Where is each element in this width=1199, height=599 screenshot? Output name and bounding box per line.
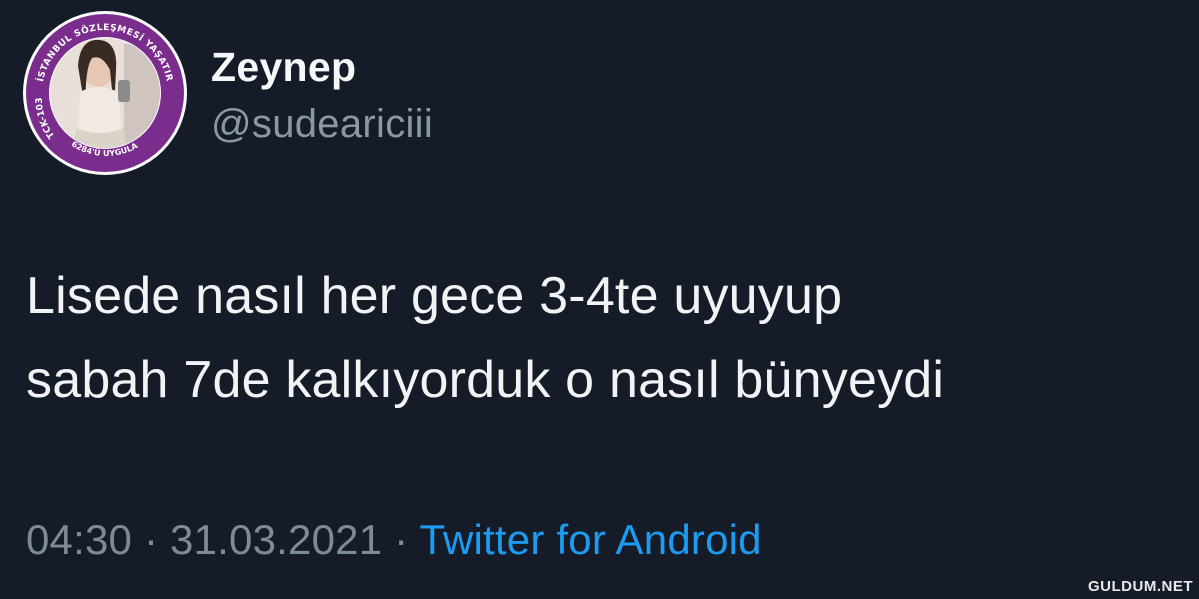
meta-separator: · — [382, 516, 420, 563]
tweet-time[interactable]: 04:30 — [26, 516, 132, 563]
tweet-text-line: sabah 7de kalkıyorduk o nasıl bünyeydi — [26, 351, 945, 409]
tweet-source-link[interactable]: Twitter for Android — [419, 516, 761, 563]
tweet-date[interactable]: 31.03.2021 — [170, 516, 382, 563]
tweet-meta: 04:30 · 31.03.2021 · Twitter for Android — [26, 516, 762, 564]
tweet-text-line: Lisede nasıl her gece 3-4te uyuyup — [26, 267, 843, 325]
author-display-name[interactable]: Zeynep — [211, 44, 356, 91]
tweet-text: Lisede nasıl her gece 3-4te uyuyup sabah… — [26, 254, 1186, 422]
avatar[interactable]: İSTANBUL SÖZLEŞMESİ YAŞATIR TCK-103 6284… — [22, 10, 188, 176]
site-watermark: GULDUM.NET — [1088, 578, 1193, 595]
author-handle[interactable]: @sudeariciii — [211, 102, 433, 147]
tweet-card: İSTANBUL SÖZLEŞMESİ YAŞATIR TCK-103 6284… — [0, 0, 1199, 599]
meta-separator: · — [132, 516, 171, 563]
avatar-image: İSTANBUL SÖZLEŞMESİ YAŞATIR TCK-103 6284… — [23, 11, 187, 175]
